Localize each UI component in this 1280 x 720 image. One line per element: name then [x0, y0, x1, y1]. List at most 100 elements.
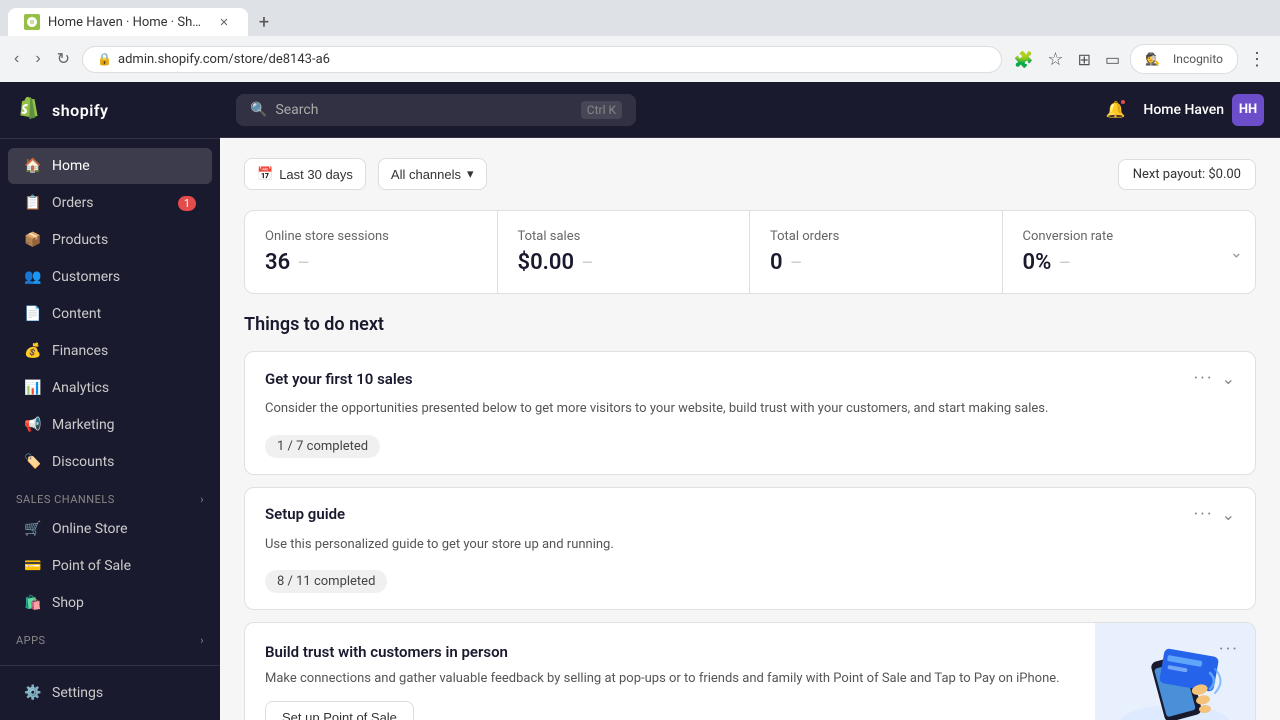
sidebar-item-label: Orders [52, 195, 94, 211]
payout-info: Next payout: $0.00 [1118, 159, 1256, 190]
customers-icon: 👥 [24, 268, 42, 286]
stat-sessions-value: 36 — [265, 250, 477, 275]
task-card-actions: ··· ⌄ [1193, 368, 1235, 389]
task-card-actions: ··· ⌄ [1193, 504, 1235, 525]
task-card-expand-button[interactable]: ⌄ [1222, 505, 1235, 524]
toolbar-actions: 🧩 ☆ ⊞ ▭ 🕵 Incognito ⋮ [1010, 44, 1271, 74]
search-icon: 🔍 [250, 102, 267, 118]
task-card-title: Setup guide [265, 505, 345, 523]
filter-bar: 📅 Last 30 days All channels ▾ Next payou… [244, 158, 1256, 190]
sidebar-item-analytics[interactable]: 📊 Analytics [8, 370, 212, 406]
lock-icon: 🔒 [97, 52, 112, 66]
browser-menu-icon[interactable]: ⋮ [1244, 45, 1270, 74]
stat-dash: — [298, 255, 309, 271]
sidebar-bottom: ⚙️ Settings [0, 665, 220, 720]
sidebar-item-discounts[interactable]: 🏷️ Discounts [8, 444, 212, 480]
stat-sales-label: Total sales [518, 229, 730, 244]
build-trust-content: Build trust with customers in person Mak… [245, 623, 1095, 720]
settings-icon: ⚙️ [24, 684, 42, 702]
stat-orders: Total orders 0 — [750, 211, 1003, 293]
stats-expand-button[interactable]: ⌄ [1230, 243, 1243, 262]
stat-dash: — [791, 255, 802, 271]
sidebar-item-finances[interactable]: 💰 Finances [8, 333, 212, 369]
active-tab[interactable]: Home Haven · Home · Shopify ✕ [8, 8, 248, 36]
sales-channels-label: Sales channels [16, 493, 115, 506]
build-trust-card: Build trust with customers in person Mak… [244, 622, 1256, 720]
stat-dash: — [1059, 255, 1070, 271]
sidebar-item-products[interactable]: 📦 Products [8, 222, 212, 258]
bookmark-icon[interactable]: ☆ [1043, 45, 1067, 74]
sidebar-item-content[interactable]: 📄 Content [8, 296, 212, 332]
stat-sales-value: $0.00 — [518, 250, 730, 275]
content-icon: 📄 [24, 305, 42, 323]
channel-filter-button[interactable]: All channels ▾ [378, 158, 487, 190]
setup-pos-button[interactable]: Set up Point of Sale [265, 701, 414, 720]
search-bar[interactable]: 🔍 Search Ctrl K [236, 94, 636, 126]
task-card-expand-button[interactable]: ⌄ [1222, 369, 1235, 388]
calendar-icon: 📅 [257, 166, 273, 182]
sidebar-item-marketing[interactable]: 📢 Marketing [8, 407, 212, 443]
online-store-icon: 🛒 [24, 520, 42, 538]
notifications-button[interactable]: 🔔 [1099, 94, 1131, 126]
sidebar-item-label: Discounts [52, 454, 114, 470]
task-card-header: Setup guide ··· ⌄ [245, 488, 1255, 535]
stat-sales: Total sales $0.00 — [498, 211, 751, 293]
sidebar-toggle-icon[interactable]: ▭ [1101, 46, 1124, 73]
stats-card: Online store sessions 36 — Total sales $… [244, 210, 1256, 294]
orders-badge: 1 [178, 196, 196, 211]
refresh-button[interactable]: ↻ [53, 45, 74, 73]
extension-icon[interactable]: 🧩 [1010, 46, 1038, 73]
sidebar-nav: 🏠 Home 📋 Orders 1 📦 Products 👥 Customers [0, 139, 220, 665]
browser-toolbar: ‹ › ↻ 🔒 admin.shopify.com/store/de8143-a… [0, 36, 1280, 82]
date-filter-button[interactable]: 📅 Last 30 days [244, 158, 366, 190]
store-avatar: HH [1232, 94, 1264, 126]
tab-menu-icon[interactable]: ⊞ [1074, 46, 1095, 73]
incognito-icon: 🕵 [1141, 48, 1164, 70]
task-progress-badge: 8 / 11 completed [265, 570, 387, 593]
sidebar-item-online-store[interactable]: 🛒 Online Store [8, 511, 212, 547]
build-trust-description: Make connections and gather valuable fee… [265, 669, 1075, 689]
apps-section: Apps › [0, 622, 220, 651]
stat-orders-value: 0 — [770, 250, 982, 275]
task-progress-badge: 1 / 7 completed [265, 435, 380, 458]
sidebar-item-label: Content [52, 306, 101, 322]
things-to-do-title: Things to do next [244, 314, 1256, 335]
sidebar-item-point-of-sale[interactable]: 💳 Point of Sale [8, 548, 212, 584]
chevron-down-icon: ▾ [467, 166, 474, 182]
stat-dash: — [582, 255, 593, 271]
sidebar-item-home[interactable]: 🏠 Home [8, 148, 212, 184]
forward-button[interactable]: › [31, 46, 44, 72]
finances-icon: 💰 [24, 342, 42, 360]
sidebar-item-label: Customers [52, 269, 120, 285]
apps-label: Apps [16, 634, 46, 647]
sidebar-item-label: Marketing [52, 417, 115, 433]
address-bar[interactable]: 🔒 admin.shopify.com/store/de8143-a6 [82, 46, 1001, 73]
sidebar-item-label: Shop [52, 595, 84, 611]
sidebar-item-label: Point of Sale [52, 558, 131, 574]
sidebar-header: shopify [0, 82, 220, 139]
build-trust-menu-button[interactable]: ··· [1219, 639, 1239, 660]
task-card-menu-button[interactable]: ··· [1193, 368, 1213, 389]
new-tab-button[interactable]: + [250, 8, 278, 36]
tab-favicon [24, 14, 40, 30]
sales-channels-expand-icon[interactable]: › [200, 493, 204, 506]
notification-dot [1119, 98, 1127, 106]
store-badge[interactable]: Home Haven HH [1143, 94, 1264, 126]
sidebar-item-shop[interactable]: 🛍️ Shop [8, 585, 212, 621]
task-card-setup-guide: Setup guide ··· ⌄ Use this personalized … [244, 487, 1256, 611]
tab-close-button[interactable]: ✕ [216, 14, 232, 30]
sidebar-item-settings[interactable]: ⚙️ Settings [8, 675, 212, 711]
sidebar-item-customers[interactable]: 👥 Customers [8, 259, 212, 295]
channel-filter-label: All channels [391, 167, 461, 182]
sidebar-item-orders[interactable]: 📋 Orders 1 [8, 185, 212, 221]
stat-sessions-label: Online store sessions [265, 229, 477, 244]
apps-expand-icon[interactable]: › [200, 634, 204, 647]
task-card-description: Use this personalized guide to get your … [245, 535, 1255, 567]
task-card-menu-button[interactable]: ··· [1193, 504, 1213, 525]
back-button[interactable]: ‹ [10, 46, 23, 72]
stat-conversion: Conversion rate 0% — ⌄ [1003, 211, 1256, 293]
products-icon: 📦 [24, 231, 42, 249]
marketing-icon: 📢 [24, 416, 42, 434]
sidebar-item-label: Analytics [52, 380, 109, 396]
discounts-icon: 🏷️ [24, 453, 42, 471]
